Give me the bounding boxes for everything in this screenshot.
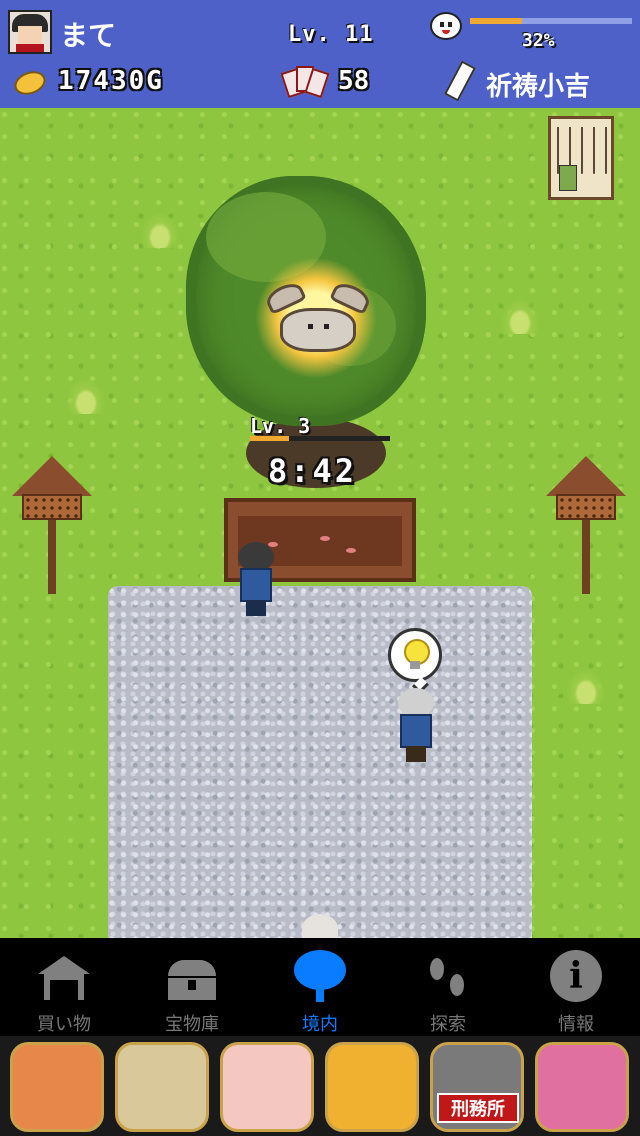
lightbulb-icon[interactable] bbox=[388, 628, 442, 694]
tree-level: Lv. 3 bbox=[250, 414, 311, 438]
tab-shopping[interactable]: 買い物 bbox=[0, 938, 128, 1036]
player-level: Lv. 11 bbox=[288, 22, 374, 47]
app-ad-tile[interactable] bbox=[325, 1042, 419, 1132]
tab-grounds[interactable]: 境内 bbox=[256, 938, 384, 1036]
app-ad-tile[interactable] bbox=[220, 1042, 314, 1132]
info-icon: i bbox=[550, 950, 602, 1002]
visitor-npc[interactable] bbox=[236, 542, 276, 620]
visitor-head bbox=[302, 914, 338, 938]
grass-tuft bbox=[66, 378, 106, 414]
app-ad-tile[interactable]: 刑務所 bbox=[430, 1042, 524, 1132]
treasure-chest-icon bbox=[166, 950, 218, 1002]
grass-tuft bbox=[500, 298, 540, 334]
tab-label: 探索 bbox=[430, 1014, 466, 1035]
tab-label: 宝物庫 bbox=[165, 1014, 219, 1035]
tree-progress-bar bbox=[250, 436, 390, 441]
tree-progress-fill bbox=[250, 436, 290, 441]
tree-timer: 8:42 bbox=[268, 452, 358, 490]
stone-path bbox=[108, 586, 532, 938]
footprints-icon bbox=[422, 950, 474, 1002]
tab-info[interactable]: i 情報 bbox=[512, 938, 640, 1036]
grass-tuft bbox=[566, 668, 606, 704]
shrine-icon bbox=[38, 950, 90, 1002]
tree-icon bbox=[294, 950, 346, 1002]
grass-tuft bbox=[140, 212, 180, 248]
spirit-rabbit[interactable] bbox=[263, 279, 373, 356]
ad-label: 刑務所 bbox=[437, 1093, 519, 1123]
smiley-face-icon bbox=[430, 12, 462, 40]
gold-amount: 17430G bbox=[58, 66, 164, 96]
tab-label: 買い物 bbox=[37, 1014, 91, 1035]
app-ad-tile[interactable] bbox=[535, 1042, 629, 1132]
hanafuda-cards-icon bbox=[280, 66, 330, 99]
wooden-sign-right bbox=[546, 456, 626, 596]
tab-explore[interactable]: 探索 bbox=[384, 938, 512, 1036]
omikuji-slip-icon bbox=[444, 60, 476, 102]
shrine-grounds-scene[interactable]: Lv. 3 8:42 bbox=[0, 108, 640, 938]
card-count: 58 bbox=[338, 66, 370, 96]
tab-label: 境内 bbox=[302, 1014, 338, 1035]
exp-bar bbox=[470, 18, 632, 24]
notice-board[interactable] bbox=[548, 116, 614, 200]
tab-label: 情報 bbox=[558, 1014, 594, 1035]
player-avatar-icon[interactable] bbox=[8, 10, 52, 54]
gold-coin-icon bbox=[11, 67, 49, 99]
player-name: まて bbox=[60, 19, 117, 52]
app-ads-bar: 刑務所 bbox=[0, 1036, 640, 1136]
status-header: まて Lv. 11 32% 17430G 58 祈祷小吉 bbox=[0, 0, 640, 108]
app-ad-tile[interactable] bbox=[10, 1042, 104, 1132]
app-ad-tile[interactable] bbox=[115, 1042, 209, 1132]
wooden-sign-left bbox=[12, 456, 92, 596]
bottom-tab-bar: 買い物 宝物庫 境内 探索 i 情報 bbox=[0, 938, 640, 1036]
fortune-status[interactable]: 祈祷小吉 bbox=[486, 66, 590, 103]
exp-percent: 32% bbox=[522, 30, 555, 51]
tab-treasury[interactable]: 宝物庫 bbox=[128, 938, 256, 1036]
exp-bar-fill bbox=[470, 18, 522, 24]
elder-npc[interactable] bbox=[396, 688, 436, 766]
